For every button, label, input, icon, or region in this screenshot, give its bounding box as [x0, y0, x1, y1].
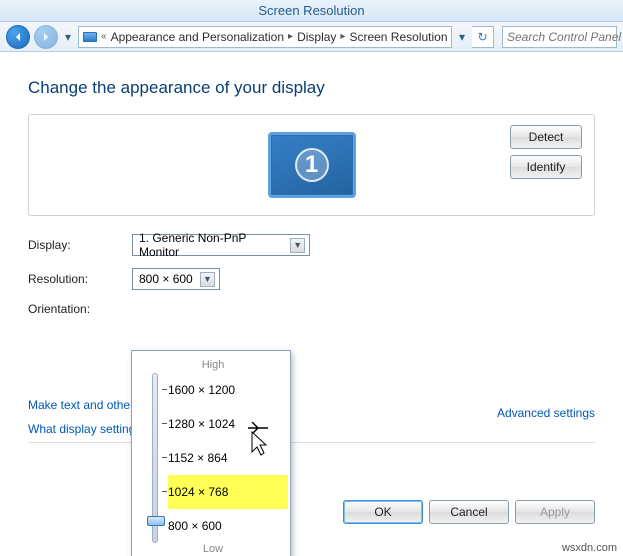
- cancel-button[interactable]: Cancel: [429, 500, 509, 524]
- chevron-right-icon: ▸: [286, 31, 295, 42]
- detect-button[interactable]: Detect: [510, 125, 582, 149]
- resolution-slider-thumb[interactable]: [147, 516, 165, 526]
- control-panel-icon: [83, 29, 97, 45]
- identify-button[interactable]: Identify: [510, 155, 582, 179]
- window-title: Screen Resolution: [0, 0, 623, 22]
- slider-high-label: High: [142, 359, 284, 371]
- nav-back-button[interactable]: [6, 25, 30, 49]
- chevron-down-icon: ▼: [290, 238, 305, 253]
- breadcrumb-item[interactable]: Appearance and Personalization: [111, 30, 284, 44]
- address-bar: ▾ « Appearance and Personalization ▸ Dis…: [0, 22, 623, 52]
- resolution-dropdown[interactable]: 800 × 600 ▼: [132, 268, 220, 290]
- dialog-buttons: OK Cancel Apply: [343, 500, 595, 524]
- display-dropdown[interactable]: 1. Generic Non-PnP Monitor ▼: [132, 234, 310, 256]
- search-box[interactable]: [502, 26, 617, 48]
- slider-low-label: Low: [142, 543, 284, 555]
- chevron-left-icon: «: [99, 31, 109, 42]
- resolution-option[interactable]: 800 × 600: [168, 509, 288, 543]
- breadcrumb-item[interactable]: Display: [297, 30, 336, 44]
- resolution-value: 800 × 600: [139, 272, 193, 286]
- breadcrumb-item[interactable]: Screen Resolution: [349, 30, 447, 44]
- apply-button[interactable]: Apply: [515, 500, 595, 524]
- orientation-label: Orientation:: [28, 302, 132, 316]
- nav-forward-button[interactable]: [34, 25, 58, 49]
- chevron-down-icon: ▼: [200, 272, 215, 287]
- refresh-button[interactable]: ↻: [472, 26, 494, 48]
- page-title: Change the appearance of your display: [28, 78, 595, 98]
- resolution-option-highlighted[interactable]: 1024 × 768: [168, 475, 288, 509]
- monitor-number: 1: [295, 148, 329, 182]
- resolution-option[interactable]: 1600 × 1200: [168, 373, 288, 407]
- ok-button[interactable]: OK: [343, 500, 423, 524]
- mouse-cursor-icon: [246, 422, 274, 456]
- watermark: wsxdn.com: [562, 542, 617, 554]
- search-input[interactable]: [507, 30, 623, 44]
- display-preview: Detect Identify 1: [28, 114, 595, 216]
- monitor-thumbnail[interactable]: 1: [268, 132, 356, 198]
- display-label: Display:: [28, 238, 132, 252]
- main-panel: Change the appearance of your display De…: [0, 52, 623, 538]
- chevron-right-icon: ▸: [338, 31, 347, 42]
- divider: [28, 442, 595, 443]
- resolution-label: Resolution:: [28, 272, 132, 286]
- nav-history-dropdown[interactable]: ▾: [62, 30, 74, 44]
- breadcrumb: « Appearance and Personalization ▸ Displ…: [78, 26, 452, 48]
- resolution-slider-track[interactable]: [152, 373, 158, 543]
- link-display-settings[interactable]: What display setting: [28, 422, 595, 436]
- breadcrumb-dropdown[interactable]: ▾: [456, 30, 468, 44]
- display-value: 1. Generic Non-PnP Monitor: [139, 231, 284, 259]
- advanced-settings-link[interactable]: Advanced settings: [497, 406, 595, 420]
